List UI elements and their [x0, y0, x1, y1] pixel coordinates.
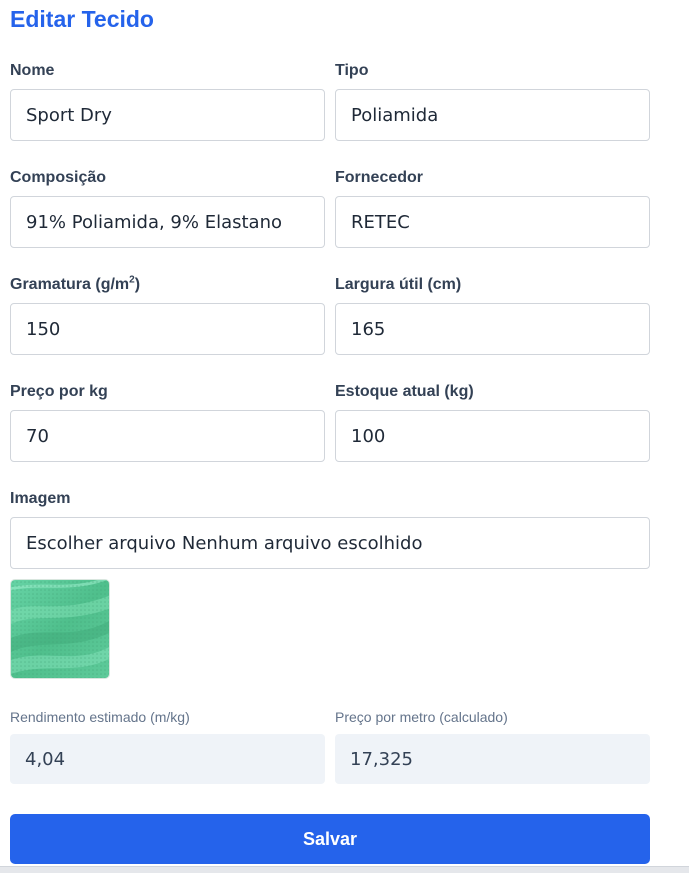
composicao-label: Composição: [10, 169, 107, 186]
nome-label: Nome: [10, 62, 55, 79]
choose-file-button[interactable]: Escolher arquivo: [26, 533, 176, 554]
gramatura-label-text: Gramatura (g/m: [10, 276, 130, 293]
fabric-preview-image: [10, 579, 110, 679]
estoque-label: Estoque atual (kg): [335, 383, 474, 400]
rendimento-label: Rendimento estimado (m/kg): [10, 709, 190, 725]
fornecedor-input[interactable]: RETEC: [335, 196, 650, 248]
save-button[interactable]: Salvar: [10, 814, 650, 864]
file-status-text: Nenhum arquivo escolhido: [181, 532, 423, 554]
preco-metro-output: 17,325: [335, 734, 650, 784]
preco-metro-label: Preço por metro (calculado): [335, 709, 508, 725]
gramatura-label: Gramatura (g/m2): [10, 275, 140, 295]
preco-kg-value: 70: [26, 425, 49, 447]
estoque-input[interactable]: 100: [335, 410, 650, 462]
rendimento-output: 4,04: [10, 734, 325, 784]
composicao-value: 91% Poliamida, 9% Elastano: [26, 211, 282, 233]
rendimento-value: 4,04: [25, 748, 66, 770]
largura-label: Largura útil (cm): [335, 276, 462, 293]
tipo-input[interactable]: Poliamida: [335, 89, 650, 141]
fornecedor-label: Fornecedor: [335, 169, 424, 186]
preco-kg-label: Preço por kg: [10, 383, 108, 400]
gramatura-value: 150: [26, 318, 61, 340]
estoque-value: 100: [351, 425, 386, 447]
tipo-label: Tipo: [335, 62, 369, 79]
preco-kg-input[interactable]: 70: [10, 410, 325, 462]
preco-metro-value: 17,325: [350, 748, 413, 770]
gramatura-input[interactable]: 150: [10, 303, 325, 355]
tipo-value: Poliamida: [351, 104, 439, 126]
page-title: Editar Tecido: [10, 6, 154, 32]
file-input[interactable]: Escolher arquivo Nenhum arquivo escolhid…: [10, 517, 650, 569]
gramatura-label-end: ): [134, 276, 141, 293]
horizontal-scrollbar[interactable]: [0, 866, 689, 873]
nome-input[interactable]: Sport Dry: [10, 89, 325, 141]
fornecedor-value: RETEC: [351, 211, 410, 233]
imagem-label: Imagem: [10, 490, 71, 507]
largura-input[interactable]: 165: [335, 303, 650, 355]
edit-fabric-page: Editar Tecido Nome Sport Dry Tipo Poliam…: [0, 0, 689, 873]
composicao-input[interactable]: 91% Poliamida, 9% Elastano: [10, 196, 325, 248]
nome-value: Sport Dry: [26, 104, 112, 126]
fabric-preview-icon: [11, 580, 109, 678]
largura-value: 165: [351, 318, 386, 340]
